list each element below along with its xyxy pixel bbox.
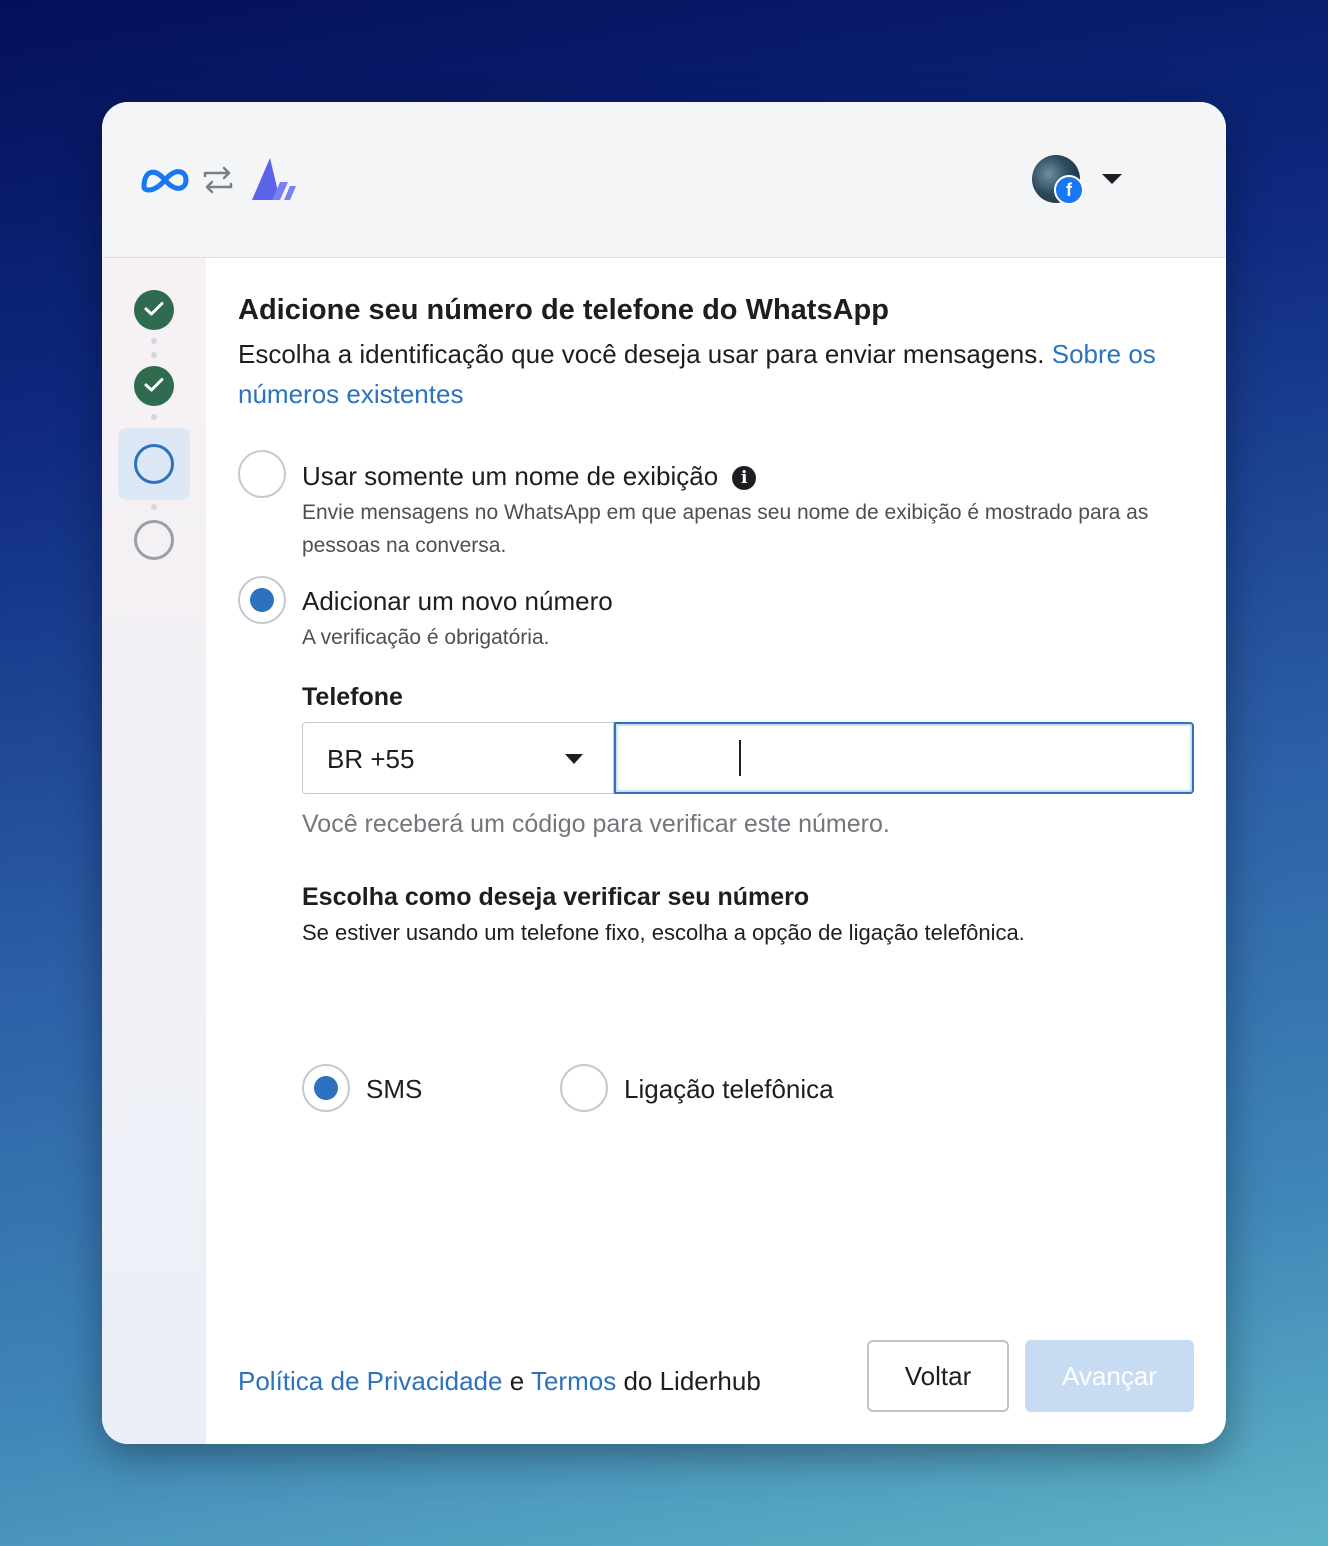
- caret-down-icon[interactable]: [1102, 174, 1122, 184]
- phone-helper-text: Você receberá um código para verificar e…: [302, 810, 890, 838]
- privacy-policy-link[interactable]: Política de Privacidade: [238, 1366, 502, 1396]
- facebook-icon: f: [1054, 175, 1084, 205]
- phone-number-input[interactable]: [614, 722, 1194, 794]
- step-4-pending: [134, 520, 174, 560]
- terms-link[interactable]: Termos: [531, 1366, 616, 1396]
- sms-radio[interactable]: [302, 1064, 350, 1112]
- avatar[interactable]: f: [1032, 155, 1084, 205]
- phone-call-label[interactable]: Ligação telefônica: [624, 1074, 834, 1105]
- phone-label: Telefone: [302, 683, 403, 711]
- caret-down-icon: [565, 754, 583, 764]
- step-connector: [151, 414, 157, 420]
- footer-suffix-text: do Liderhub: [623, 1366, 761, 1396]
- country-code-select[interactable]: BR +55: [302, 722, 614, 794]
- step-connector: [151, 504, 157, 510]
- display-name-only-label[interactable]: Usar somente um nome de exibição i: [302, 461, 757, 492]
- footer-legal-text: Política de Privacidade e Termos do Lide…: [238, 1366, 761, 1397]
- page-subtitle: Escolha a identificação que você deseja …: [238, 334, 1198, 414]
- check-icon: [144, 378, 164, 392]
- back-button[interactable]: Voltar: [867, 1340, 1009, 1412]
- subtitle-text: Escolha a identificação que você deseja …: [238, 339, 1045, 369]
- step-2-completed: [134, 366, 174, 406]
- dialog: f Adicione seu número de telefone do Wha…: [102, 102, 1226, 1444]
- step-1-completed: [134, 290, 174, 330]
- step-connector: [151, 352, 157, 358]
- liderhub-logo: [252, 158, 296, 200]
- text-cursor: [739, 740, 741, 776]
- dialog-header: f: [102, 102, 1226, 258]
- add-new-number-description: A verificação é obrigatória.: [302, 626, 550, 649]
- step-connector: [151, 338, 157, 344]
- next-button[interactable]: Avançar: [1025, 1340, 1194, 1412]
- display-name-only-text: Usar somente um nome de exibição: [302, 461, 719, 491]
- footer-and-text: e: [509, 1366, 525, 1396]
- header-logos: [140, 156, 298, 204]
- step-3-current: [134, 444, 174, 484]
- main-content: Adicione seu número de telefone do Whats…: [206, 258, 1226, 1444]
- country-code-value: BR +55: [327, 744, 415, 774]
- display-name-only-radio[interactable]: [238, 450, 286, 498]
- steps-sidebar: [102, 258, 206, 1444]
- verify-method-description: Se estiver usando um telefone fixo, esco…: [302, 920, 1025, 945]
- page-title: Adicione seu número de telefone do Whats…: [238, 294, 889, 326]
- sms-label[interactable]: SMS: [366, 1074, 422, 1105]
- account-switcher[interactable]: f: [1032, 155, 1122, 205]
- info-icon[interactable]: i: [732, 466, 757, 490]
- add-new-number-radio[interactable]: [238, 576, 286, 624]
- add-new-number-label[interactable]: Adicionar um novo número: [302, 586, 613, 617]
- phone-call-radio[interactable]: [560, 1064, 608, 1112]
- meta-logo-icon: [141, 169, 189, 193]
- swap-arrows-icon: [203, 166, 233, 194]
- verify-method-title: Escolha como deseja verificar seu número: [302, 883, 810, 911]
- check-icon: [144, 302, 164, 316]
- display-name-only-description: Envie mensagens no WhatsApp em que apena…: [302, 501, 1149, 557]
